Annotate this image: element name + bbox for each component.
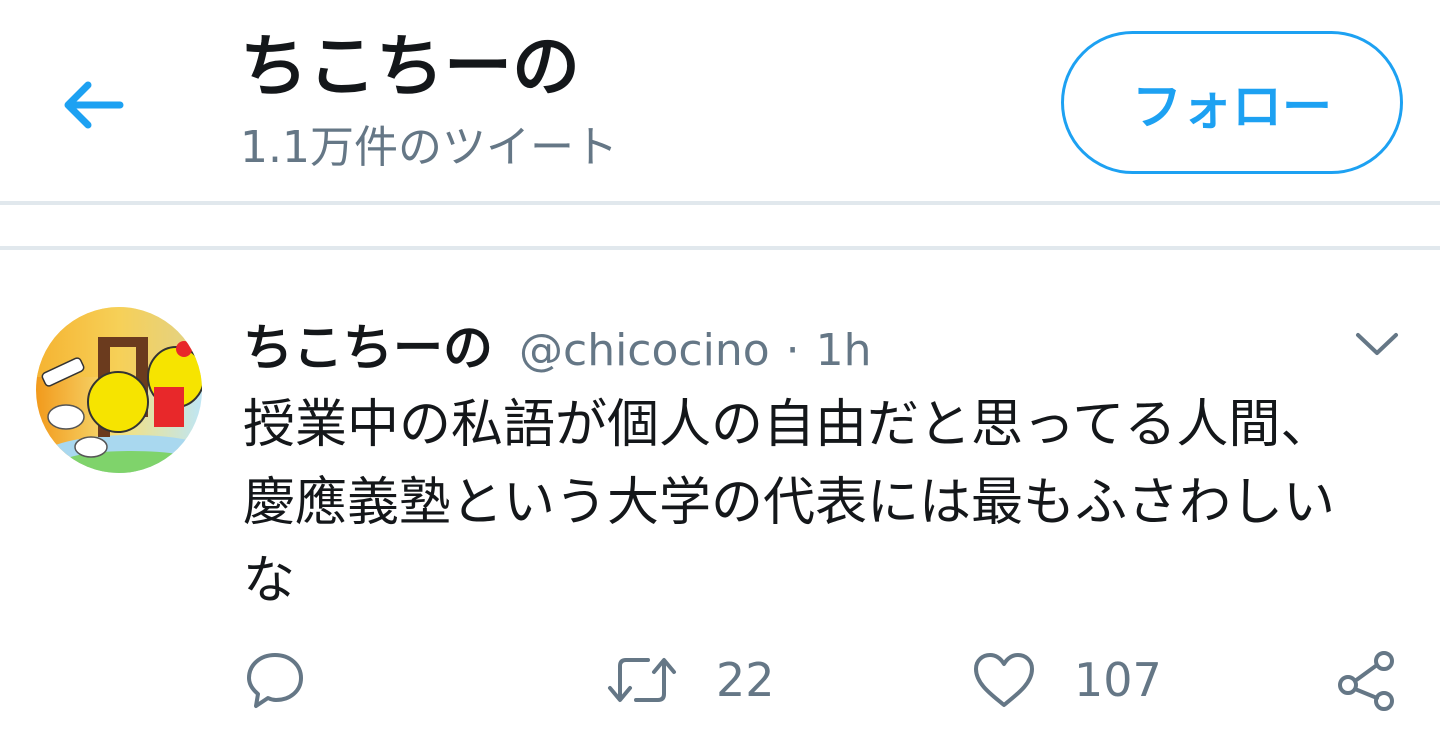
avatar[interactable] <box>36 307 202 473</box>
tweet-text: 授業中の私語が個人の自由だと思ってる人間、慶應義塾という大学の代表には最もふさわ… <box>243 395 1336 611</box>
back-arrow-icon <box>64 81 124 129</box>
tweet-detail-page: ちこちーの 1.1万件のツイート フォロー ちこちーの @chicocino ·… <box>0 0 1440 743</box>
section-divider <box>0 246 1440 250</box>
retweet-icon <box>608 658 676 702</box>
reply-icon <box>247 653 303 708</box>
author-handle[interactable]: @chicocino <box>519 325 770 376</box>
meta-separator: · <box>785 325 800 376</box>
heart-icon <box>974 653 1034 707</box>
share-button[interactable] <box>1336 640 1400 720</box>
tweet-timestamp[interactable]: 1h <box>816 325 872 376</box>
like-count: 107 <box>1074 653 1162 707</box>
retweet-button[interactable]: 22 <box>606 640 775 720</box>
page-title: ちこちーの <box>240 28 581 107</box>
tweet-count: 1.1万件のツイート <box>240 122 618 173</box>
profile-header: ちこちーの 1.1万件のツイート フォロー <box>0 0 1440 204</box>
header-divider <box>0 201 1440 205</box>
avatar-illustration <box>36 307 202 473</box>
chevron-down-icon <box>1356 333 1398 355</box>
share-icon <box>1338 651 1394 711</box>
tweet-actions: 22 107 <box>0 640 1440 720</box>
tweet-menu-button[interactable] <box>1346 322 1408 366</box>
back-button[interactable] <box>52 70 132 140</box>
reply-button[interactable] <box>244 640 306 720</box>
like-button[interactable]: 107 <box>972 640 1162 720</box>
author-name[interactable]: ちこちーの <box>243 308 493 380</box>
retweet-count: 22 <box>716 653 775 707</box>
follow-button[interactable]: フォロー <box>1061 31 1403 174</box>
tweet-meta: ちこちーの @chicocino · 1h <box>243 308 872 378</box>
